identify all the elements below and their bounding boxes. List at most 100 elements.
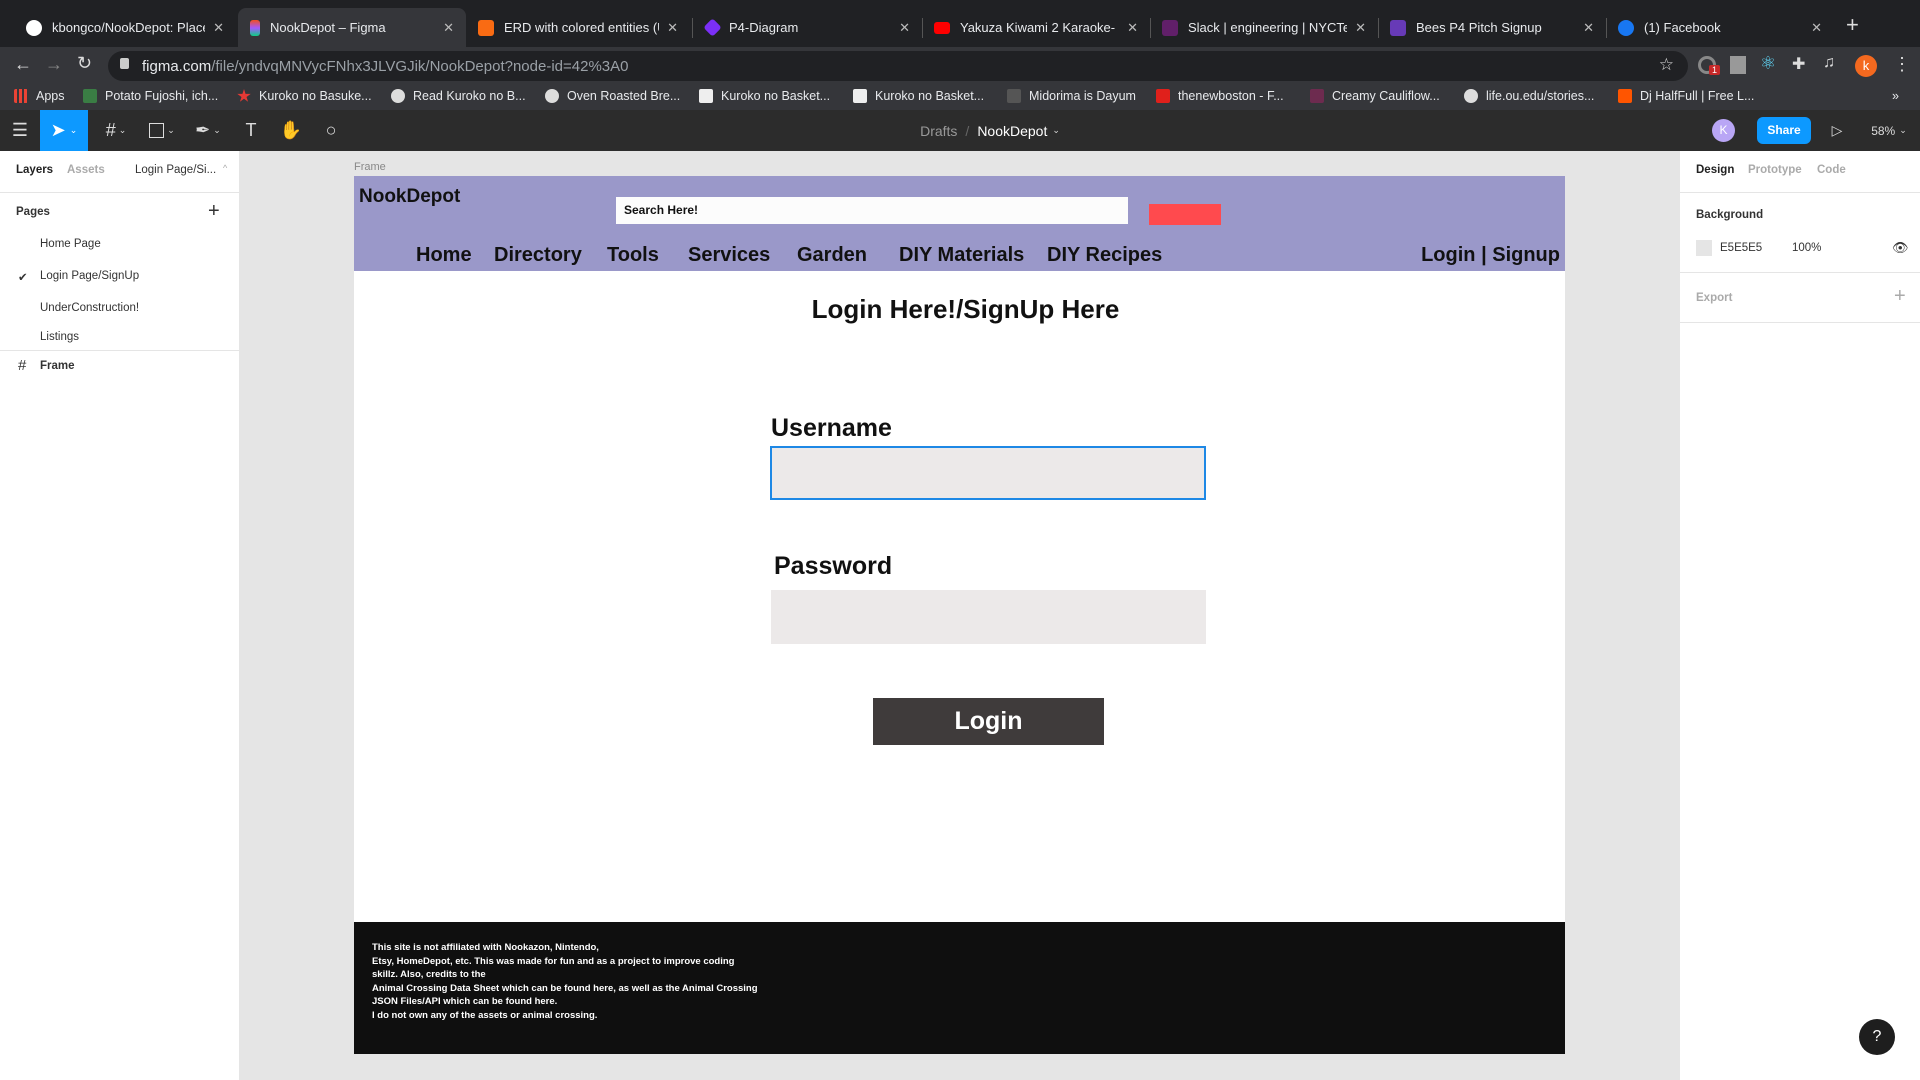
bookmark-item[interactable]: Kuroko no Basuke... (237, 89, 372, 103)
frame-label[interactable]: Frame (354, 161, 386, 173)
browser-tab[interactable]: P4-Diagram ✕ (694, 8, 922, 47)
bookmark-item[interactable]: thenewboston - F... (1156, 89, 1284, 103)
page-item[interactable]: Listings (40, 331, 79, 343)
chevron-down-icon[interactable]: ⌄ (1052, 125, 1060, 136)
browser-tab[interactable]: kbongco/NookDepot: Placeh ✕ (14, 8, 236, 47)
page-item-active[interactable]: Login Page/SignUp (40, 270, 139, 282)
nav-diy-materials[interactable]: DIY Materials (899, 244, 1024, 267)
google-forms-icon (1390, 19, 1406, 36)
eye-icon[interactable]: 👁 (1892, 240, 1909, 256)
search-input[interactable]: Search Here! (616, 197, 1128, 224)
login-button[interactable]: Login (873, 698, 1104, 745)
bookmark-item[interactable]: Midorima is Dayum (1007, 89, 1136, 103)
page-item[interactable]: Home Page (40, 238, 101, 250)
browser-tab-active[interactable]: NookDepot – Figma ✕ (238, 8, 466, 47)
nav-garden[interactable]: Garden (797, 244, 867, 267)
tab-layers[interactable]: Layers (16, 164, 53, 176)
forward-icon[interactable]: → (45, 54, 63, 75)
shape-tool-icon[interactable]: ⌄ (144, 110, 180, 151)
nav-tools[interactable]: Tools (607, 244, 659, 267)
present-play-icon[interactable]: ▷ (1826, 110, 1848, 151)
tab-assets[interactable]: Assets (67, 164, 105, 176)
puzzle-icon[interactable]: ✚ (1792, 54, 1805, 74)
page-selector[interactable]: Login Page/Si... (135, 164, 216, 176)
frame-tool-icon[interactable]: # ⌄ (98, 110, 134, 151)
move-tool-icon[interactable]: ➤ ⌄ (40, 110, 88, 151)
browser-tab[interactable]: ERD with colored entities (U ✕ (466, 8, 690, 47)
bookmark-item[interactable]: Potato Fujoshi, ich... (83, 89, 218, 103)
bookmark-item[interactable]: Dj HalfFull | Free L... (1618, 89, 1754, 103)
nav-login-signup[interactable]: Login | Signup (1421, 244, 1560, 267)
nav-services[interactable]: Services (688, 244, 770, 267)
bookmark-item[interactable]: Kuroko no Basket... (853, 89, 984, 103)
bookmark-item[interactable]: Oven Roasted Bre... (545, 89, 680, 103)
nav-directory[interactable]: Directory (494, 244, 582, 267)
close-tab-icon[interactable]: ✕ (1811, 20, 1822, 36)
comment-tool-icon[interactable]: ○ (318, 110, 344, 151)
share-button[interactable]: Share (1757, 117, 1811, 144)
chevron-up-icon[interactable]: ^ (223, 163, 227, 173)
pen-tool-icon[interactable]: ✒ ⌄ (190, 110, 226, 151)
main-menu-icon[interactable]: ☰ (8, 110, 32, 151)
browser-tab[interactable]: (1) Facebook ✕ (1606, 8, 1834, 47)
address-bar-row: ← → ↻ figma.com/file/yndvqMNVycFNhx3JLVG… (0, 47, 1920, 85)
collaborator-avatar[interactable]: K (1712, 119, 1735, 142)
browser-tab[interactable]: Slack | engineering | NYCTec ✕ (1150, 8, 1378, 47)
figma-icon (250, 19, 260, 36)
slack-icon (1162, 19, 1178, 36)
add-page-icon[interactable]: + (208, 200, 220, 223)
bookmark-item[interactable]: life.ou.edu/stories... (1464, 89, 1594, 103)
search-button[interactable] (1149, 204, 1221, 225)
page-item[interactable]: UnderConstruction! (40, 302, 139, 314)
background-hex-input[interactable]: E5E5E5 (1720, 242, 1762, 254)
design-panel: Design Prototype Code Background E5E5E5 … (1680, 151, 1920, 1080)
back-icon[interactable]: ← (14, 54, 32, 75)
close-tab-icon[interactable]: ✕ (443, 20, 454, 36)
username-input[interactable] (770, 446, 1206, 500)
close-tab-icon[interactable]: ✕ (1355, 20, 1366, 36)
new-tab-button[interactable]: + (1846, 12, 1859, 38)
browser-tab[interactable]: Yakuza Kiwami 2 Karaoke- ri ✕ (922, 8, 1150, 47)
text-tool-icon[interactable]: T (238, 110, 264, 151)
page-heading: Login Here!/SignUp Here (811, 294, 1120, 324)
media-control-icon[interactable]: ♫ (1823, 54, 1835, 72)
zoom-dropdown[interactable]: 58% ⌄ (1864, 110, 1914, 151)
bookmark-item[interactable]: Read Kuroko no B... (391, 89, 526, 103)
close-tab-icon[interactable]: ✕ (667, 20, 678, 36)
react-devtools-icon[interactable]: ⚛ (1760, 53, 1776, 74)
url-input[interactable]: figma.com/file/yndvqMNVycFNhx3JLVGJik/No… (108, 51, 1688, 81)
globe-icon (1464, 89, 1478, 103)
site-footer: This site is not affiliated with Nookazo… (354, 922, 1565, 1054)
tab-design[interactable]: Design (1696, 164, 1734, 176)
breadcrumb-drafts[interactable]: Drafts (920, 123, 957, 139)
background-color-swatch[interactable] (1696, 240, 1712, 256)
bookmark-item[interactable]: Creamy Cauliflow... (1310, 89, 1440, 103)
reload-icon[interactable]: ↻ (77, 53, 92, 74)
extension-icon[interactable] (1730, 56, 1746, 74)
add-export-icon[interactable]: + (1894, 285, 1906, 308)
menu-kebab-icon[interactable]: ⋮ (1893, 54, 1911, 75)
profile-avatar[interactable]: k (1855, 55, 1877, 77)
close-tab-icon[interactable]: ✕ (1583, 20, 1594, 36)
help-button[interactable]: ? (1859, 1019, 1895, 1055)
browser-tab[interactable]: Bees P4 Pitch Signup ✕ (1378, 8, 1606, 47)
close-tab-icon[interactable]: ✕ (213, 20, 224, 36)
nav-home[interactable]: Home (416, 244, 472, 267)
bookmark-item[interactable]: Kuroko no Basket... (699, 89, 830, 103)
more-bookmarks-icon[interactable]: » (1892, 89, 1899, 103)
bookmark-star-icon[interactable]: ☆ (1659, 55, 1674, 75)
close-tab-icon[interactable]: ✕ (899, 20, 910, 36)
bookmark-item[interactable]: Apps (14, 89, 65, 103)
site-navbar: NookDepot Search Here! Home Directory To… (354, 176, 1565, 271)
hand-tool-icon[interactable]: ✋ (278, 110, 304, 151)
tab-prototype[interactable]: Prototype (1748, 164, 1802, 176)
background-opacity-input[interactable]: 100% (1792, 242, 1821, 254)
youtube-icon (934, 21, 950, 34)
design-frame[interactable]: NookDepot Search Here! Home Directory To… (354, 176, 1565, 1054)
tab-code[interactable]: Code (1817, 164, 1846, 176)
nav-diy-recipes[interactable]: DIY Recipes (1047, 244, 1162, 267)
layer-item-frame[interactable]: Frame (40, 360, 75, 372)
password-input[interactable] (771, 590, 1206, 644)
file-name[interactable]: NookDepot (977, 123, 1047, 139)
close-tab-icon[interactable]: ✕ (1127, 20, 1138, 36)
